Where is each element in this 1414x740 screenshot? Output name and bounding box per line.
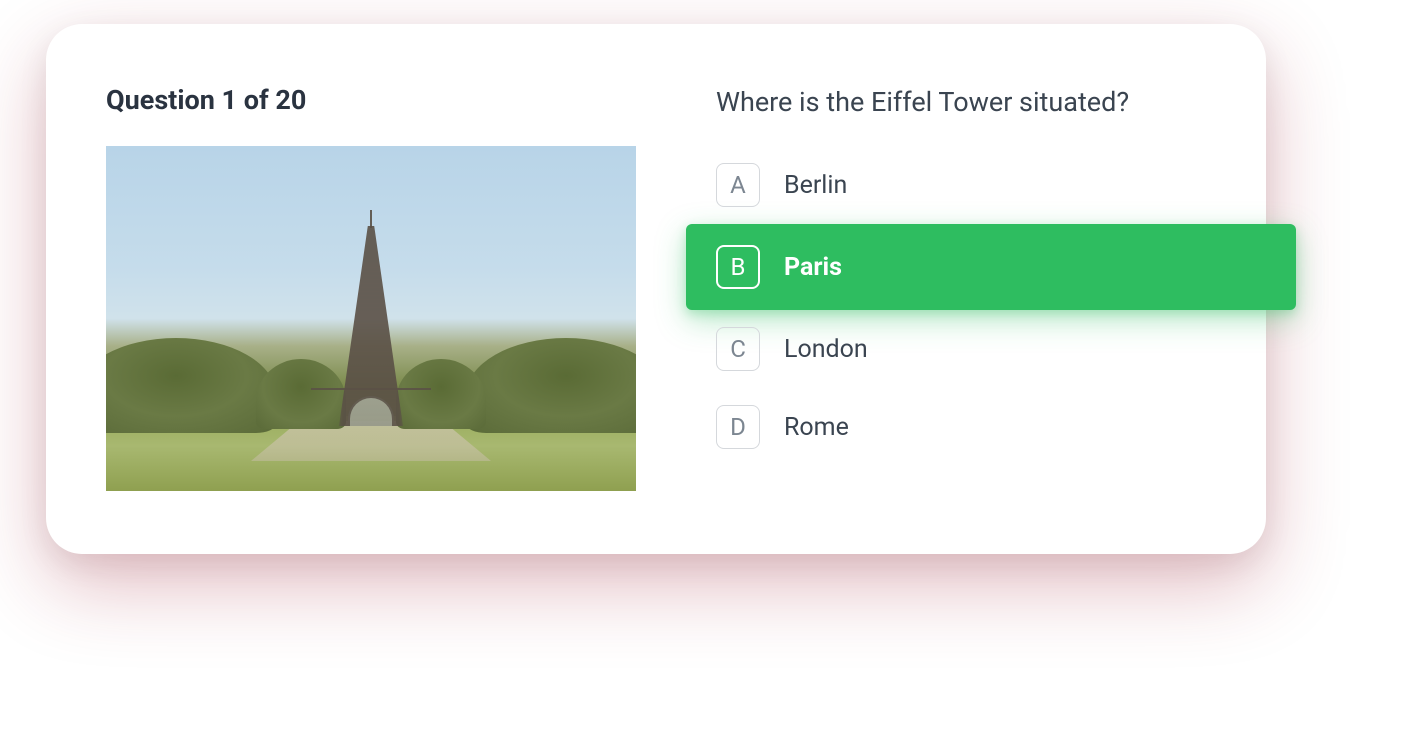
image-decor	[466, 338, 636, 433]
question-image	[106, 146, 636, 491]
options-list: A Berlin B Paris C London D Rome	[686, 146, 1266, 466]
option-letter-box: A	[716, 163, 760, 207]
option-letter-box: B	[716, 245, 760, 289]
option-letter-box: C	[716, 327, 760, 371]
image-decor	[106, 338, 276, 433]
question-counter: Question 1 of 20	[106, 84, 636, 116]
option-c[interactable]: C London	[686, 310, 1266, 388]
option-label: London	[784, 335, 868, 364]
option-label: Berlin	[784, 171, 847, 200]
option-label: Paris	[784, 253, 842, 282]
option-letter-box: D	[716, 405, 760, 449]
image-decor	[311, 388, 431, 426]
option-d[interactable]: D Rome	[686, 388, 1266, 466]
image-decor	[370, 210, 372, 228]
question-text: Where is the Eiffel Tower situated?	[716, 86, 1266, 118]
left-column: Question 1 of 20	[106, 84, 636, 494]
option-a[interactable]: A Berlin	[686, 146, 1266, 224]
right-column: Where is the Eiffel Tower situated? A Be…	[716, 84, 1266, 494]
quiz-card: Question 1 of 20 Where is the Eiffel Tow…	[46, 24, 1266, 554]
option-label: Rome	[784, 413, 849, 442]
option-b[interactable]: B Paris	[686, 224, 1296, 310]
